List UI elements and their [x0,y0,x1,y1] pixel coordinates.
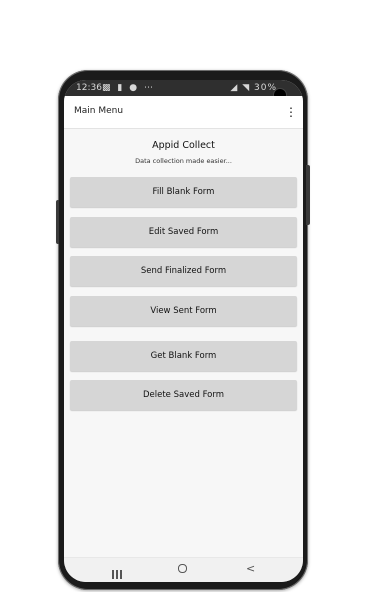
app-subtitle: Data collection made easier... [135,157,232,165]
page-title: Main Menu [74,106,124,116]
overflow-menu-icon[interactable]: ⋮ [285,104,297,120]
status-notification-icons: ▩ ▮ ● ⋯ [102,80,155,96]
back-icon[interactable]: < [246,562,255,576]
message-icon: ▮ [117,83,125,93]
status-bar: 12:36 ▩ ▮ ● ⋯ ◢ ◥ 30% [64,80,303,96]
action-bar: Main Menu ⋮ [64,96,303,129]
send-finalized-form-button[interactable]: Send Finalized Form [70,256,297,286]
app-title: Appid Collect [152,140,215,151]
home-icon[interactable] [178,564,187,573]
recents-icon[interactable] [112,564,124,579]
phone-volume-button [56,200,59,244]
status-time: 12:36 [76,83,102,93]
status-battery-signal: ◢ ◥ 30% [230,83,277,93]
phone-screen: 12:36 ▩ ▮ ● ⋯ ◢ ◥ 30% Main Menu ⋮ Appid … [64,80,303,582]
fill-blank-form-button[interactable]: Fill Blank Form [70,177,297,207]
edit-saved-form-button[interactable]: Edit Saved Form [70,217,297,247]
phone-side-button [306,165,310,225]
location-icon: ● [129,83,140,93]
view-sent-form-button[interactable]: View Sent Form [70,296,297,326]
system-nav-bar: < [64,557,303,582]
get-blank-form-button[interactable]: Get Blank Form [70,341,297,371]
more-dots-icon: ⋯ [143,83,155,93]
delete-saved-form-button[interactable]: Delete Saved Form [70,380,297,410]
notification-icon: ▩ [102,83,113,93]
